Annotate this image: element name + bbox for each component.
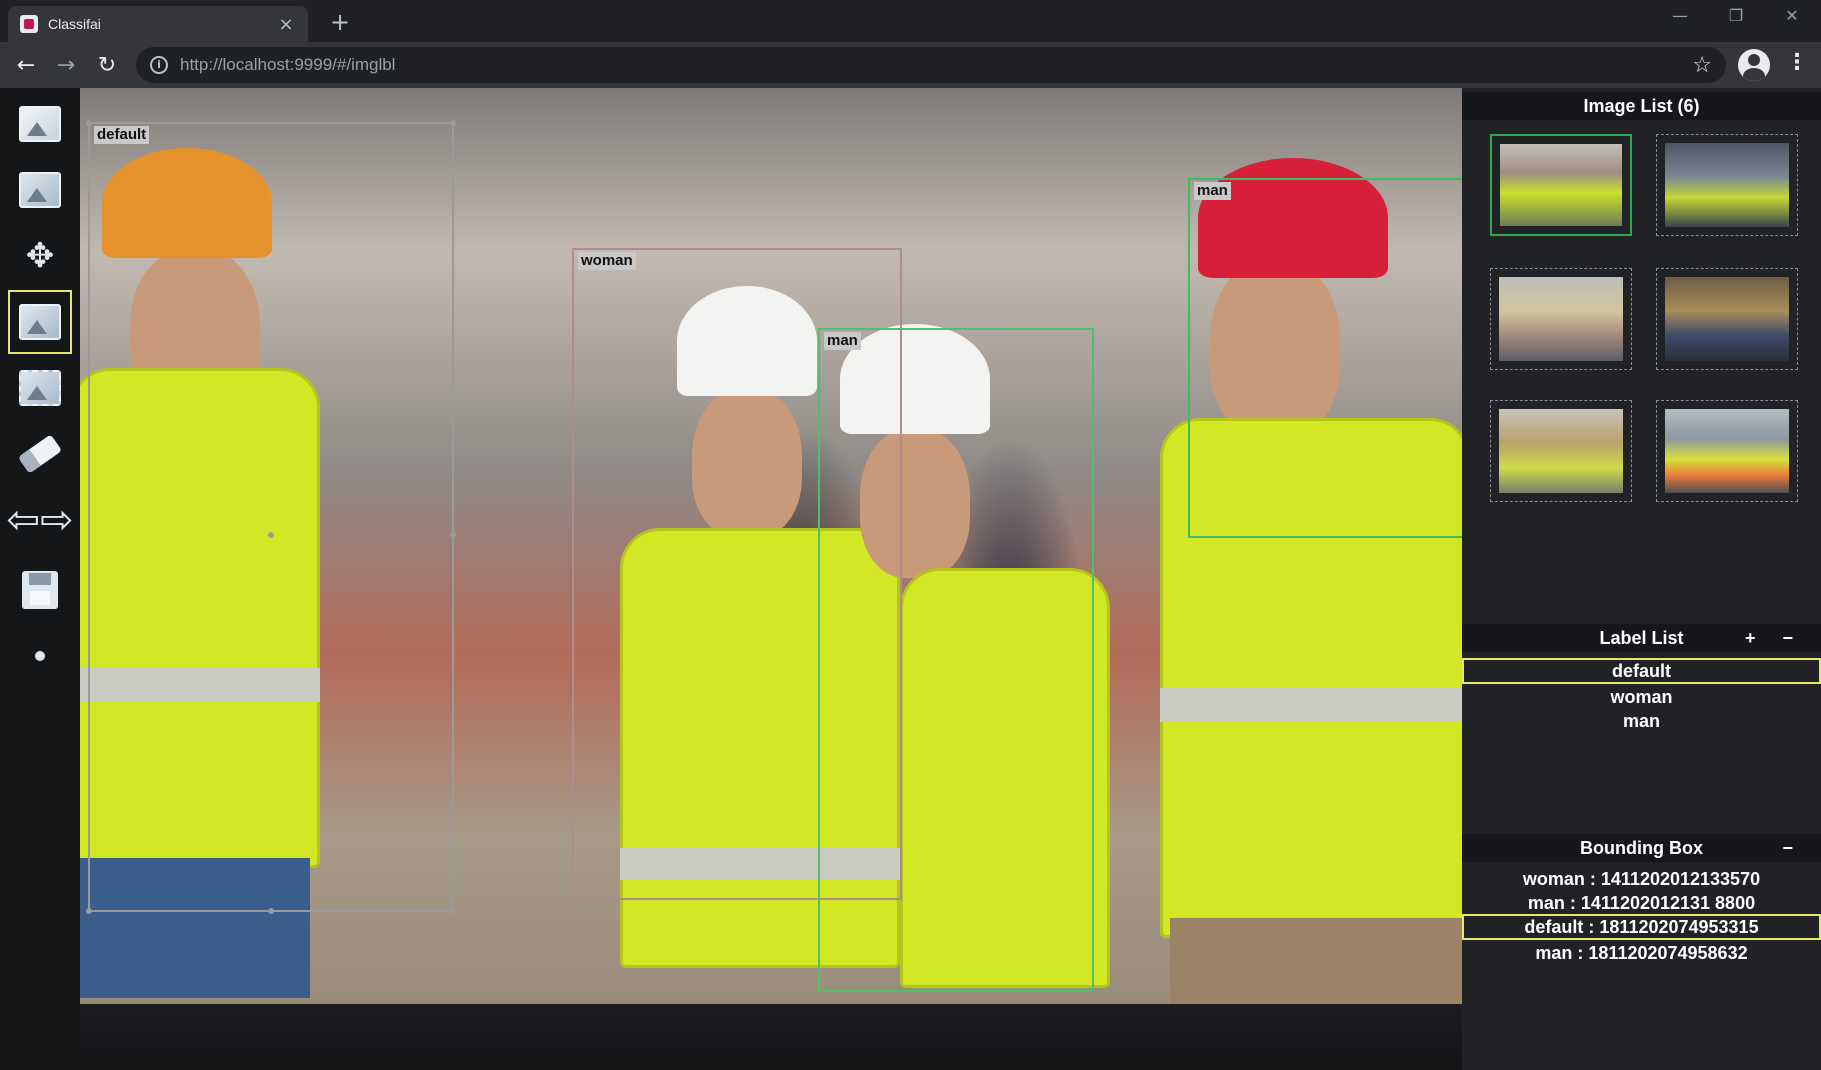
resize-handle[interactable] — [86, 908, 92, 914]
forward-arrow-icon[interactable]: → — [46, 45, 86, 85]
bbox-label: default — [94, 126, 150, 144]
bbox-label: man — [824, 332, 861, 350]
resize-handle[interactable] — [450, 532, 456, 538]
add-image-tool[interactable] — [8, 158, 72, 222]
save-icon — [22, 571, 58, 609]
bbox-list-item[interactable]: man : 1811202074958632 — [1462, 940, 1821, 966]
label-item-man[interactable]: man — [1462, 708, 1821, 734]
remove-bbox-button[interactable]: − — [1782, 838, 1793, 858]
menu-dots-icon[interactable]: ⋮ — [1786, 50, 1808, 75]
folder-icon — [19, 106, 61, 142]
classifai-favicon-icon — [20, 15, 38, 33]
bbox-label: man — [1194, 182, 1231, 200]
browser-titlebar: Classifai × + — ❐ ✕ — [0, 0, 1821, 42]
bbox-label: woman — [578, 252, 636, 270]
prev-next-tool[interactable]: ⇦⇨ — [0, 488, 80, 552]
fit-image-tool[interactable] — [8, 356, 72, 420]
add-label-button[interactable]: + — [1745, 628, 1756, 648]
bbox-list-item[interactable]: woman : 1411202012133570 — [1462, 866, 1821, 892]
right-panel: Image List (6) Label List + − default wo… — [1462, 88, 1821, 1070]
image-thumbnail[interactable] — [1656, 268, 1798, 370]
resize-handle[interactable] — [268, 532, 274, 538]
tab-title: Classifai — [48, 16, 101, 32]
close-tab-icon[interactable]: × — [276, 14, 296, 35]
canvas-footer — [80, 1004, 1462, 1070]
resize-handle[interactable] — [450, 908, 456, 914]
close-window-icon[interactable]: ✕ — [1772, 6, 1812, 25]
browser-toolbar: ← → ↻ i http://localhost:9999/#/imglbl ☆… — [0, 42, 1821, 88]
bounding-box-title: Bounding Box — [1580, 838, 1703, 858]
remove-label-button[interactable]: − — [1782, 628, 1793, 648]
classifai-app: ✥ ⇦⇨ default woman man man Image List (6… — [0, 88, 1821, 1070]
maximize-window-icon[interactable]: ❐ — [1716, 6, 1756, 25]
bbox-list-item[interactable]: man : 1411202012131 8800 — [1462, 890, 1821, 916]
image-thumbnail[interactable] — [1656, 400, 1798, 502]
browser-tab[interactable]: Classifai × — [8, 6, 308, 42]
label-item-default[interactable]: default — [1462, 658, 1821, 684]
eraser-tool[interactable] — [8, 422, 72, 486]
dot-icon — [35, 651, 45, 661]
bbox-list-item[interactable]: default : 1811202074953315 — [1462, 914, 1821, 940]
image-thumbnail[interactable] — [1656, 134, 1798, 236]
address-bar[interactable]: i http://localhost:9999/#/imglbl ☆ — [136, 47, 1726, 83]
bbox-man-middle[interactable]: man — [818, 328, 1094, 992]
image-thumbnail[interactable] — [1490, 268, 1632, 370]
site-info-icon[interactable]: i — [150, 56, 168, 74]
bookmark-star-icon[interactable]: ☆ — [1692, 53, 1712, 78]
move-tool[interactable]: ✥ — [8, 224, 72, 288]
eraser-icon — [17, 434, 63, 474]
image-list-header: Image List (6) — [1462, 92, 1821, 120]
bbox-man-right[interactable]: man — [1188, 178, 1462, 538]
fit-image-icon — [19, 370, 61, 406]
bounding-box-header: Bounding Box − — [1462, 834, 1821, 862]
image-canvas[interactable]: default woman man man — [80, 88, 1462, 1004]
dot-tool[interactable] — [8, 624, 72, 688]
image-thumbnail[interactable] — [1490, 400, 1632, 502]
bbox-default[interactable]: default — [86, 120, 456, 914]
open-folder-tool[interactable] — [8, 92, 72, 156]
add-image-icon — [19, 172, 61, 208]
image-thumbnail[interactable] — [1490, 134, 1632, 236]
tool-sidebar: ✥ ⇦⇨ — [0, 88, 80, 1070]
back-arrow-icon[interactable]: ← — [6, 45, 46, 85]
resize-handle[interactable] — [86, 120, 92, 126]
image-select-icon — [19, 304, 61, 340]
profile-icon[interactable] — [1738, 49, 1770, 81]
minimize-window-icon[interactable]: — — [1660, 6, 1700, 25]
resize-handle[interactable] — [450, 120, 456, 126]
left-right-arrows-icon: ⇦⇨ — [6, 497, 74, 543]
save-tool[interactable] — [8, 558, 72, 622]
url-text[interactable]: http://localhost:9999/#/imglbl — [180, 55, 1692, 75]
reload-icon[interactable]: ↻ — [87, 45, 127, 85]
label-list-header: Label List + − — [1462, 624, 1821, 652]
resize-handle[interactable] — [268, 908, 274, 914]
label-list-title: Label List — [1599, 628, 1684, 648]
label-item-woman[interactable]: woman — [1462, 684, 1821, 710]
move-arrows-icon: ✥ — [25, 236, 55, 276]
new-tab-button[interactable]: + — [326, 8, 354, 36]
bounding-box-tool[interactable] — [8, 290, 72, 354]
